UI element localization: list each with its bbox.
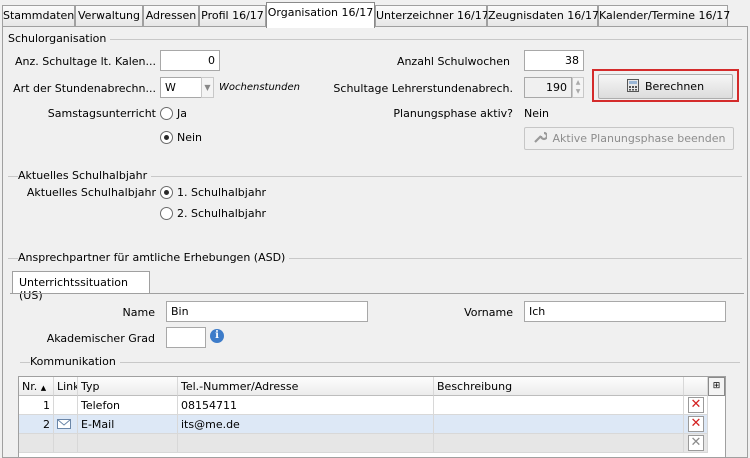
planungsphase-value: Nein: [524, 107, 550, 120]
tab-zeugnisdaten[interactable]: Zeugnisdaten 16/17: [487, 5, 599, 27]
table-cell-link[interactable]: [54, 396, 78, 415]
calculator-icon: [626, 78, 639, 95]
delete-icon[interactable]: ✕: [688, 416, 704, 432]
halbjahr-1-label[interactable]: 1. Schulhalbjahr: [177, 186, 266, 199]
tab-unterzeichner[interactable]: Unterzeichner 16/17: [375, 5, 489, 27]
schultage-field[interactable]: 0: [160, 50, 220, 71]
chevron-down-icon[interactable]: ▼: [201, 77, 214, 98]
column-header-beschreibung[interactable]: Beschreibung: [434, 377, 684, 396]
table-cell-nr: 2: [19, 415, 54, 434]
group-title-kommunikation: Kommunikation: [30, 355, 120, 368]
mail-icon[interactable]: [57, 419, 71, 429]
table-cell-link[interactable]: [54, 434, 78, 453]
table-cell-adresse[interactable]: 08154711: [178, 396, 434, 415]
info-icon[interactable]: i: [210, 329, 224, 343]
name-field[interactable]: Bin: [166, 301, 368, 322]
table-cell-typ[interactable]: [78, 434, 178, 453]
halbjahr-2-radio[interactable]: [160, 207, 173, 220]
vorname-label: Vorname: [464, 306, 513, 319]
tab-unterrichtssituation[interactable]: Unterrichtssituation (US): [12, 271, 150, 302]
samstag-ja-radio[interactable]: [160, 107, 173, 120]
column-chooser-icon[interactable]: ⊞: [708, 377, 725, 396]
group-title-asd: Ansprechpartner für amtliche Erhebungen …: [18, 251, 290, 264]
berechnen-button[interactable]: Berechnen: [598, 74, 733, 99]
table-cell-beschreibung[interactable]: [434, 396, 684, 415]
samstag-label: Samstagsunterricht: [47, 107, 156, 120]
halbjahr-2-label[interactable]: 2. Schulhalbjahr: [177, 207, 266, 220]
lehrerstunden-field[interactable]: 190: [524, 77, 572, 98]
schultage-label: Anz. Schultage lt. Kalen...: [14, 55, 156, 68]
planungsphase-beenden-button[interactable]: Aktive Planungsphase beenden: [524, 127, 734, 150]
subtab-divider: [10, 293, 744, 294]
tab-organisation[interactable]: Organisation 16/17: [266, 2, 375, 28]
table-cell-adresse[interactable]: [178, 434, 434, 453]
samstag-nein-label[interactable]: Nein: [177, 131, 202, 144]
table-cell-adresse[interactable]: its@me.de: [178, 415, 434, 434]
berechnen-label: Berechnen: [644, 80, 705, 93]
tab-stammdaten[interactable]: Stammdaten: [2, 5, 75, 27]
group-title-schulorganisation: Schulorganisation: [8, 32, 111, 45]
group-title-halbjahr: Aktuelles Schulhalbjahr: [18, 169, 152, 182]
planungsphase-label: Planungsphase aktiv?: [393, 107, 513, 120]
vorname-field[interactable]: Ich: [524, 301, 726, 322]
delete-icon[interactable]: ✕: [688, 397, 704, 413]
wrench-icon: [533, 130, 548, 147]
tab-verwaltung[interactable]: Verwaltung: [75, 5, 143, 27]
stundenabrechnung-label: Art der Stundenabrechn...: [13, 82, 156, 95]
planungsphase-beenden-label: Aktive Planungsphase beenden: [552, 132, 726, 145]
samstag-nein-radio[interactable]: [160, 131, 173, 144]
akademischer-grad-label: Akademischer Grad: [46, 332, 155, 345]
table-cell-nr: [19, 434, 54, 453]
akademischer-grad-field[interactable]: [166, 327, 206, 348]
table-cell-beschreibung[interactable]: [434, 415, 684, 434]
stundenabrechnung-hint: Wochenstunden: [219, 82, 300, 93]
table-cell-beschreibung[interactable]: [434, 434, 684, 453]
column-header-nr[interactable]: Nr. ▲: [19, 377, 54, 396]
delete-icon[interactable]: ✕: [688, 435, 704, 451]
column-header-adresse[interactable]: Tel.-Nummer/Adresse: [178, 377, 434, 396]
table-cell-typ[interactable]: Telefon: [78, 396, 178, 415]
stundenabrechnung-select[interactable]: W: [160, 77, 202, 98]
spinner-icon[interactable]: ▲ ▼: [572, 77, 584, 98]
schulwochen-field[interactable]: 38: [524, 50, 584, 71]
column-header-actions: [684, 377, 708, 396]
tab-kalender[interactable]: Kalender/Termine 16/17: [598, 5, 730, 27]
halbjahr-label: Aktuelles Schulhalbjahr: [26, 186, 156, 199]
divider: [20, 362, 740, 363]
column-header-link[interactable]: Link: [54, 377, 78, 396]
tab-profil[interactable]: Profil 16/17: [199, 5, 266, 27]
table-cell-link[interactable]: [54, 415, 78, 434]
tab-bar: Stammdaten Verwaltung Adressen Profil 16…: [0, 0, 750, 28]
lehrerstunden-label: Schultage Lehrerstundenabrech.: [333, 82, 513, 95]
halbjahr-1-radio[interactable]: [160, 186, 173, 199]
name-label: Name: [122, 306, 155, 319]
table-cell-nr: 1: [19, 396, 54, 415]
divider: [8, 39, 742, 40]
schulwochen-label: Anzahl Schulwochen: [396, 55, 510, 68]
column-header-typ[interactable]: Typ: [78, 377, 178, 396]
samstag-ja-label[interactable]: Ja: [177, 107, 187, 120]
sort-ascending-icon: ▲: [40, 384, 47, 392]
table-cell-typ[interactable]: E-Mail: [78, 415, 178, 434]
tab-adressen[interactable]: Adressen: [143, 5, 199, 27]
